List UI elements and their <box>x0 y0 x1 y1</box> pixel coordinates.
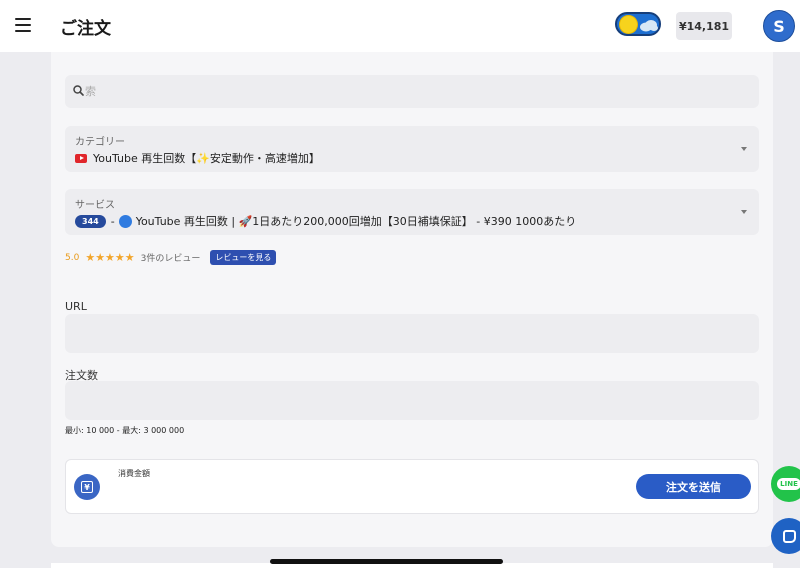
category-select[interactable]: カテゴリー YouTube 再生回数【✨安定動作・高速増加】 <box>65 126 759 172</box>
service-value-text: YouTube 再生回数 | 🚀1日あたり200,000回増加【30日補填保証】… <box>135 215 577 228</box>
total-panel: ¥ 消費金額 注文を送信 <box>65 459 759 514</box>
chat-icon <box>782 529 796 543</box>
sun-icon <box>620 16 637 33</box>
home-indicator <box>270 559 503 564</box>
blue-circle-icon <box>118 214 132 228</box>
support-chat-button[interactable] <box>771 518 800 554</box>
search-input[interactable] <box>85 75 745 108</box>
menu-icon[interactable] <box>15 18 31 32</box>
cloud-icon <box>640 20 658 32</box>
theme-toggle[interactable] <box>615 12 661 36</box>
chevron-down-icon <box>741 147 747 151</box>
star-rating: ★★★★★ <box>85 251 135 264</box>
review-count: 3件のレビュー <box>140 254 201 264</box>
rating-score: 5.0 <box>65 252 80 263</box>
balance-chip[interactable]: ¥14,181 <box>676 12 732 40</box>
yen-icon: ¥ <box>74 474 100 500</box>
order-form-card: カテゴリー YouTube 再生回数【✨安定動作・高速増加】 サービス 344 … <box>51 52 773 547</box>
search-field <box>65 75 759 108</box>
avatar[interactable]: S <box>763 10 795 42</box>
top-bar: ご注文 ¥14,181 S <box>0 0 800 52</box>
line-chat-button[interactable]: LINE <box>771 466 800 502</box>
url-label: URL <box>65 300 87 313</box>
page-title: ご注文 <box>60 19 111 39</box>
service-id-badge: 344 <box>75 214 106 228</box>
service-prefix: - <box>110 214 115 228</box>
category-value: YouTube 再生回数【✨安定動作・高速増加】 <box>75 150 320 166</box>
category-label: カテゴリー <box>75 137 125 148</box>
line-icon: LINE <box>777 478 800 490</box>
service-label: サービス <box>75 200 115 211</box>
chevron-down-icon <box>741 210 747 214</box>
category-value-text: YouTube 再生回数【✨安定動作・高速増加】 <box>93 152 320 165</box>
quantity-limits: 最小: 10 000 - 最大: 3 000 000 <box>65 426 185 435</box>
service-select[interactable]: サービス 344 - YouTube 再生回数 | 🚀1日あたり200,000回… <box>65 189 759 235</box>
quantity-input[interactable] <box>65 381 759 420</box>
service-value: 344 - YouTube 再生回数 | 🚀1日あたり200,000回増加【30… <box>75 213 576 229</box>
submit-order-button[interactable]: 注文を送信 <box>636 474 751 499</box>
youtube-icon <box>75 153 87 163</box>
total-label: 消費金額 <box>118 469 150 478</box>
search-icon <box>73 85 84 96</box>
url-input[interactable] <box>65 314 759 353</box>
rating-row: 5.0 ★★★★★ 3件のレビュー レビューを見る <box>65 250 277 265</box>
view-reviews-button[interactable]: レビューを見る <box>210 250 277 265</box>
